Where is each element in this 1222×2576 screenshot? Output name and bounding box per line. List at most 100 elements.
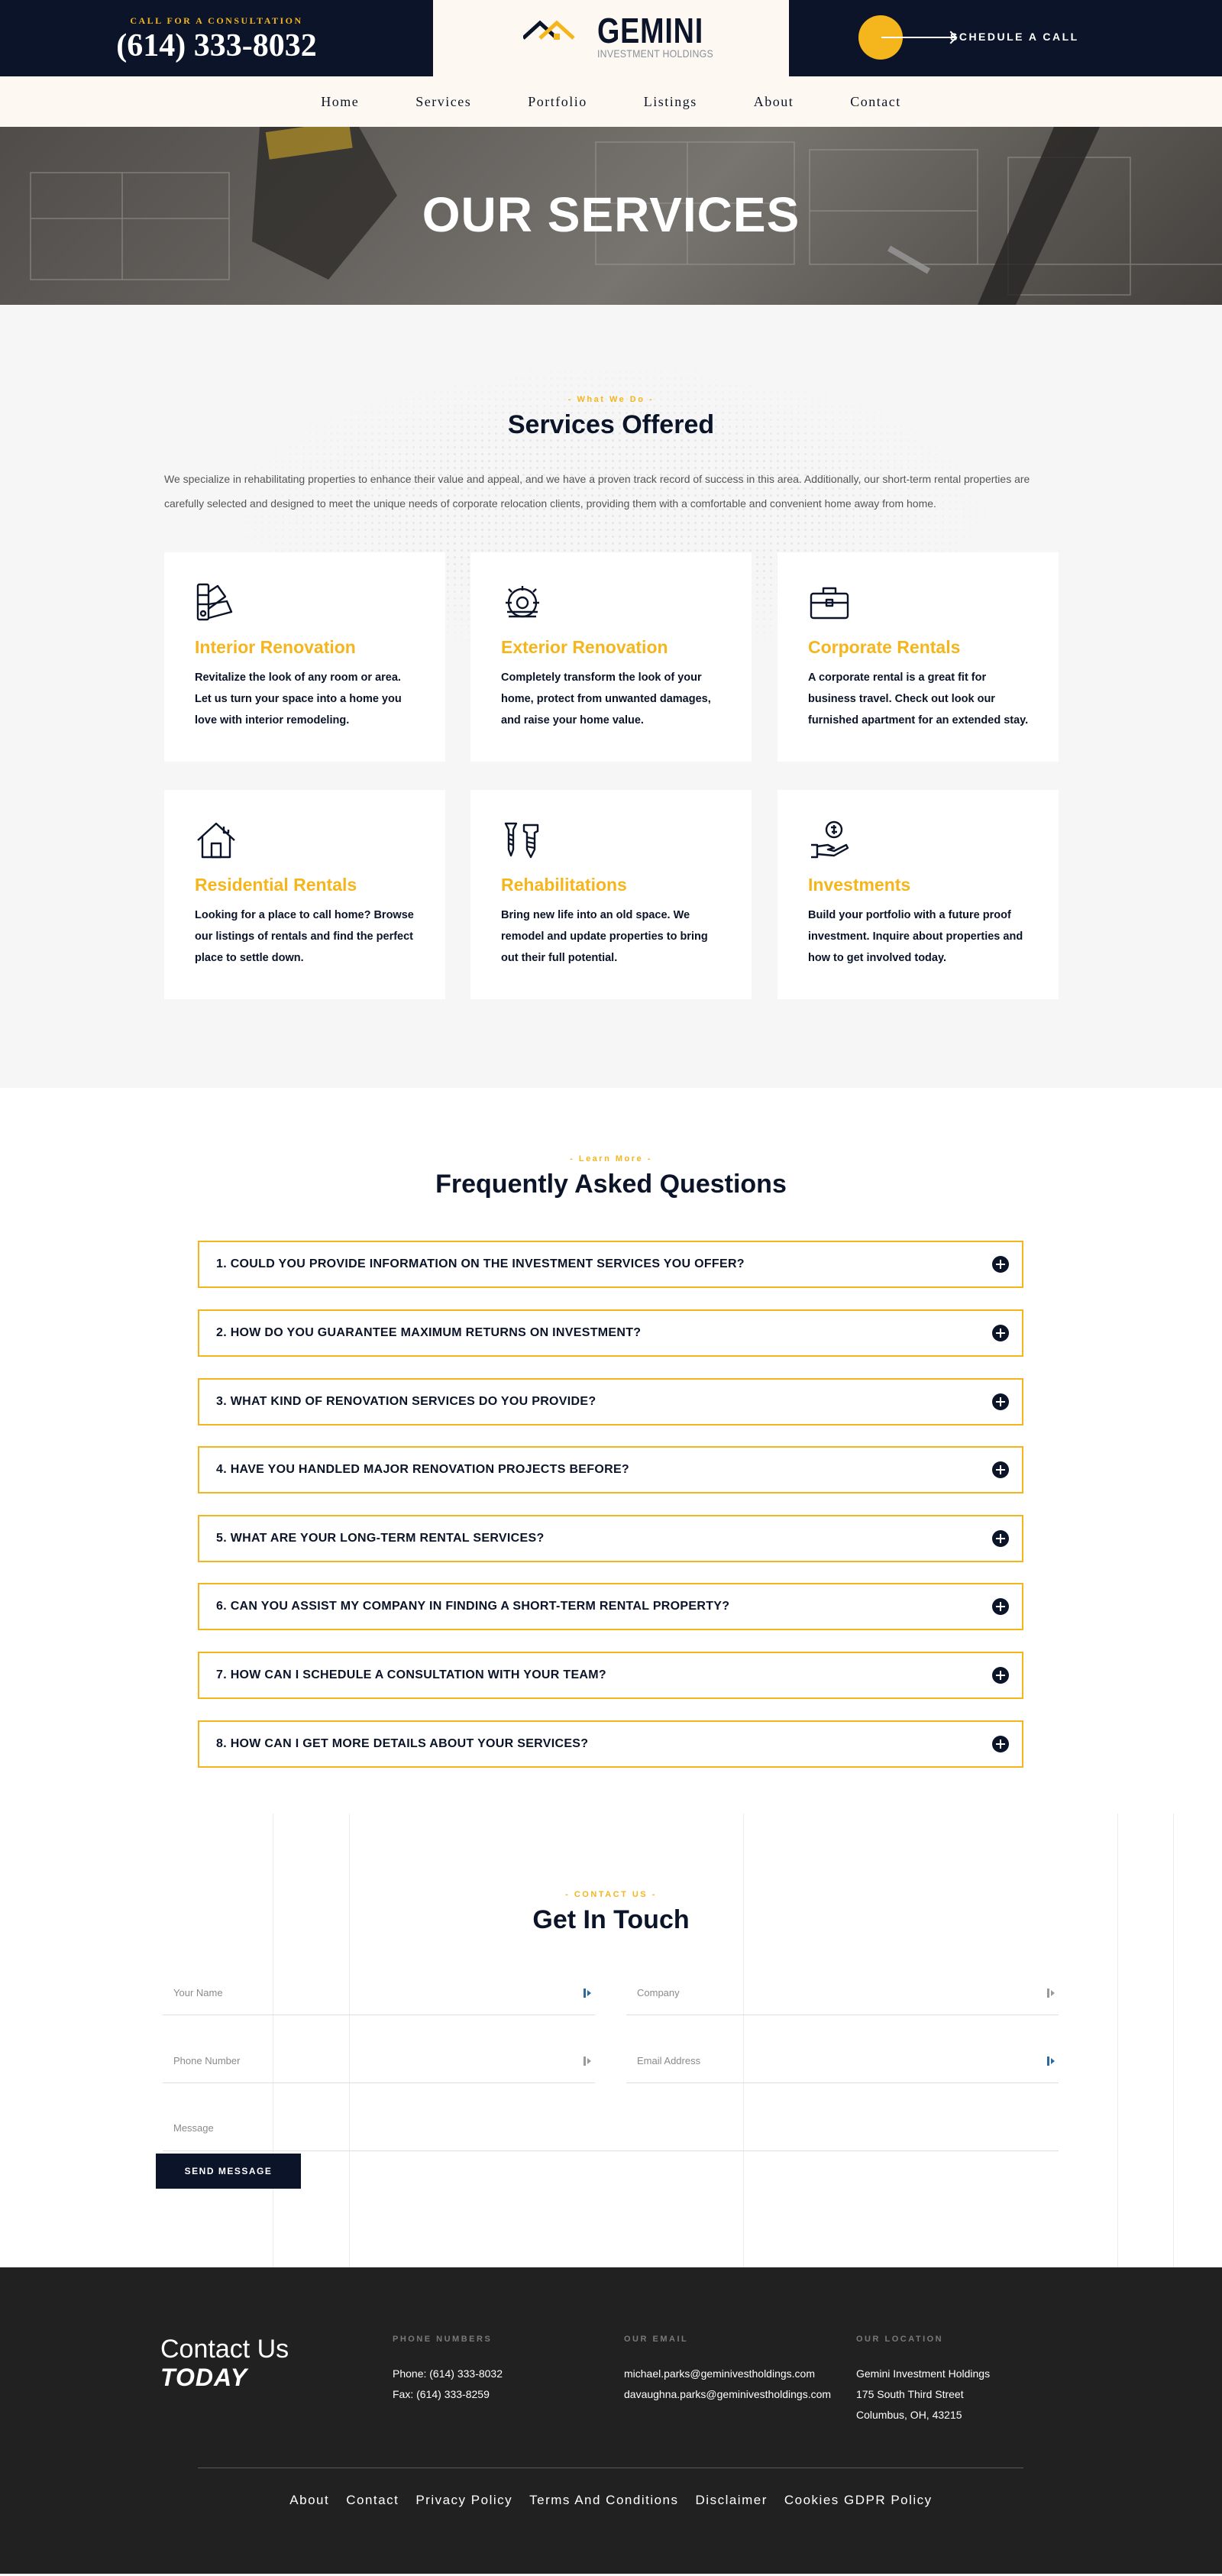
plus-circle-icon[interactable] bbox=[992, 1736, 1009, 1752]
footer: Contact Us TODAY PHONE NUMBERS Phone: (6… bbox=[0, 2267, 1222, 2574]
footer-emails: OUR EMAIL michael.parks@geminivestholdin… bbox=[624, 2335, 831, 2405]
message-field[interactable] bbox=[163, 2107, 1059, 2151]
service-card-title: Corporate Rentals bbox=[808, 637, 961, 657]
hero-banner: OUR SERVICES bbox=[0, 127, 1222, 305]
service-card-residential-rentals[interactable]: Residential Rentals Looking for a place … bbox=[164, 790, 445, 999]
plus-circle-icon[interactable] bbox=[992, 1598, 1009, 1615]
contact-section: - CONTACT US - Get In Touch SEND MESSAGE bbox=[0, 1814, 1222, 2267]
password-manager-icon bbox=[1047, 1989, 1055, 1998]
company-field[interactable] bbox=[626, 1971, 1059, 2015]
service-card-text: Bring new life into an old space. We rem… bbox=[501, 909, 708, 964]
phone-number-field[interactable] bbox=[163, 2039, 595, 2083]
email-address-field[interactable] bbox=[626, 2039, 1059, 2083]
nav-portfolio[interactable]: Portfolio bbox=[499, 94, 616, 110]
message-input[interactable] bbox=[163, 2107, 1059, 2150]
nav-about[interactable]: About bbox=[726, 94, 823, 110]
house-icon bbox=[197, 822, 235, 859]
footer-address-line: Columbus, OH, 43215 bbox=[856, 2409, 962, 2421]
faq-question: 6. CAN YOU ASSIST MY COMPANY IN FINDING … bbox=[216, 1600, 730, 1613]
footer-column-heading: PHONE NUMBERS bbox=[393, 2335, 493, 2344]
plus-circle-icon[interactable] bbox=[992, 1393, 1009, 1410]
services-eyebrow: - What We Do - bbox=[567, 395, 655, 404]
screw-tools-icon bbox=[504, 822, 539, 859]
footer-link-contact[interactable]: Contact bbox=[338, 2493, 407, 2508]
circular-saw-icon bbox=[506, 586, 539, 618]
faq-question: 8. HOW CAN I GET MORE DETAILS ABOUT YOUR… bbox=[216, 1737, 589, 1750]
nav-contact[interactable]: Contact bbox=[822, 94, 929, 110]
faq-item[interactable]: 7. HOW CAN I SCHEDULE A CONSULTATION WIT… bbox=[198, 1652, 1023, 1699]
footer-email-link[interactable]: davaughna.parks@geminivestholdings.com bbox=[624, 2384, 831, 2405]
plus-circle-icon[interactable] bbox=[992, 1461, 1009, 1478]
logo-title: GEMINI bbox=[597, 11, 704, 50]
faq-item[interactable]: 6. CAN YOU ASSIST MY COMPANY IN FINDING … bbox=[198, 1583, 1023, 1630]
service-card-investments[interactable]: Investments Build your portfolio with a … bbox=[777, 790, 1059, 999]
logo[interactable]: GEMINI INVESTMENT HOLDINGS bbox=[433, 0, 789, 76]
faq-item[interactable]: 1. COULD YOU PROVIDE INFORMATION ON THE … bbox=[198, 1241, 1023, 1288]
your-name-field[interactable] bbox=[163, 1971, 595, 2015]
footer-nav: About Contact Privacy Policy Terms And C… bbox=[0, 2493, 1222, 2508]
services-title: Services Offered bbox=[507, 410, 715, 439]
service-card-rehabilitations[interactable]: Rehabilitations Bring new life into an o… bbox=[470, 790, 752, 999]
service-card-exterior-renovation[interactable]: Exterior Renovation Completely transform… bbox=[470, 552, 752, 762]
email-address-input[interactable] bbox=[626, 2039, 1059, 2082]
plus-circle-icon[interactable] bbox=[992, 1325, 1009, 1341]
send-message-button[interactable]: SEND MESSAGE bbox=[156, 2154, 301, 2189]
plus-circle-icon[interactable] bbox=[992, 1530, 1009, 1547]
faq-question: 5. WHAT ARE YOUR LONG-TERM RENTAL SERVIC… bbox=[216, 1532, 545, 1545]
footer-link-disclaimer[interactable]: Disclaimer bbox=[687, 2493, 776, 2508]
nav-services[interactable]: Services bbox=[387, 94, 499, 110]
contact-title: Get In Touch bbox=[532, 1905, 690, 1934]
faq-question: 7. HOW CAN I SCHEDULE A CONSULTATION WIT… bbox=[216, 1668, 606, 1681]
nav-listings[interactable]: Listings bbox=[616, 94, 726, 110]
logo-subtitle: INVESTMENT HOLDINGS bbox=[597, 47, 713, 60]
plus-circle-icon[interactable] bbox=[992, 1667, 1009, 1684]
footer-column-heading: OUR LOCATION bbox=[856, 2335, 944, 2344]
services-section: - What We Do - Services Offered We speci… bbox=[0, 305, 1222, 1088]
footer-link-about[interactable]: About bbox=[281, 2493, 338, 2508]
footer-fax: Fax: (614) 333-8259 bbox=[393, 2388, 490, 2400]
main-nav: Home Services Portfolio Listings About C… bbox=[0, 76, 1222, 127]
service-card-interior-renovation[interactable]: Interior Renovation Revitalize the look … bbox=[164, 552, 445, 762]
faq-item[interactable]: 8. HOW CAN I GET MORE DETAILS ABOUT YOUR… bbox=[198, 1720, 1023, 1768]
top-bar: CALL FOR A CONSULTATION (614) 333-8032 G… bbox=[0, 0, 1222, 76]
service-card-text: A corporate rental is a great fit for bu… bbox=[808, 672, 1029, 727]
consultation-call-block: CALL FOR A CONSULTATION (614) 333-8032 bbox=[0, 0, 433, 76]
footer-phone-numbers: PHONE NUMBERS Phone: (614) 333-8032 Fax:… bbox=[393, 2335, 503, 2405]
password-manager-icon bbox=[1047, 2057, 1055, 2066]
service-card-text: Revitalize the look of any room or area.… bbox=[195, 672, 402, 727]
password-manager-icon bbox=[584, 1989, 591, 1998]
faq-title: Frequently Asked Questions bbox=[435, 1170, 787, 1199]
your-name-input[interactable] bbox=[163, 1971, 595, 2015]
schedule-call-label: SCHEDULE A CALL bbox=[950, 31, 1079, 43]
service-card-text: Completely transform the look of your ho… bbox=[501, 672, 711, 727]
service-card-corporate-rentals[interactable]: Corporate Rentals A corporate rental is … bbox=[777, 552, 1059, 762]
footer-email-link[interactable]: michael.parks@geminivestholdings.com bbox=[624, 2364, 831, 2384]
schedule-call-button[interactable]: SCHEDULE A CALL bbox=[858, 15, 1088, 60]
footer-title-line2: TODAY bbox=[160, 2364, 248, 2391]
faq-item[interactable]: 2. HOW DO YOU GUARANTEE MAXIMUM RETURNS … bbox=[198, 1309, 1023, 1357]
footer-link-terms[interactable]: Terms And Conditions bbox=[521, 2493, 687, 2508]
password-manager-icon bbox=[584, 2057, 591, 2066]
plus-circle-icon[interactable] bbox=[992, 1256, 1009, 1273]
briefcase-icon bbox=[810, 587, 849, 620]
footer-link-cookies-policy[interactable]: Cookies GDPR Policy bbox=[776, 2493, 941, 2508]
footer-title-line1: Contact Us bbox=[160, 2335, 289, 2364]
faq-question: 1. COULD YOU PROVIDE INFORMATION ON THE … bbox=[216, 1257, 745, 1270]
faq-question: 2. HOW DO YOU GUARANTEE MAXIMUM RETURNS … bbox=[216, 1326, 642, 1339]
logo-house-icon bbox=[523, 20, 575, 40]
call-label: CALL FOR A CONSULTATION bbox=[130, 15, 303, 26]
nav-home[interactable]: Home bbox=[293, 94, 387, 110]
service-card-title: Rehabilitations bbox=[501, 875, 627, 895]
phone-number-input[interactable] bbox=[163, 2039, 595, 2082]
company-input[interactable] bbox=[626, 1971, 1059, 2015]
footer-link-privacy-policy[interactable]: Privacy Policy bbox=[407, 2493, 521, 2508]
hand-dollar-icon bbox=[811, 820, 849, 859]
faq-item[interactable]: 4. HAVE YOU HANDLED MAJOR RENOVATION PRO… bbox=[198, 1446, 1023, 1493]
page-title: OUR SERVICES bbox=[422, 187, 800, 242]
footer-phone[interactable]: Phone: (614) 333-8032 bbox=[393, 2364, 503, 2384]
phone-number[interactable]: (614) 333-8032 bbox=[0, 28, 433, 64]
contact-eyebrow: - CONTACT US - bbox=[565, 1890, 657, 1899]
service-card-text: Build your portfolio with a future proof… bbox=[808, 909, 1023, 964]
faq-item[interactable]: 3. WHAT KIND OF RENOVATION SERVICES DO Y… bbox=[198, 1378, 1023, 1426]
faq-item[interactable]: 5. WHAT ARE YOUR LONG-TERM RENTAL SERVIC… bbox=[198, 1515, 1023, 1562]
